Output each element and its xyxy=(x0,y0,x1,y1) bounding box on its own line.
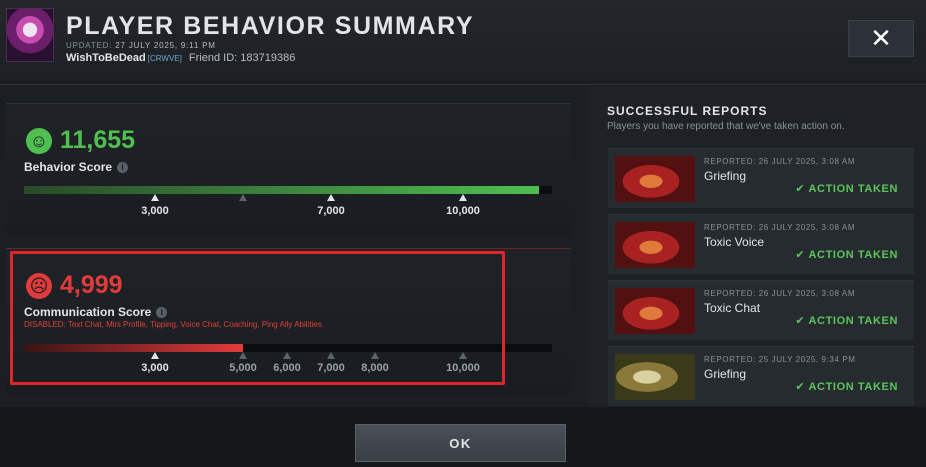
page-title: PLAYER BEHAVIOR SUMMARY xyxy=(66,12,475,40)
behavior-score-bar xyxy=(24,186,552,194)
communication-score-bar xyxy=(24,344,552,352)
tick-marker xyxy=(239,352,247,359)
report-date: REPORTED: 26 JULY 2025, 3:08 AM xyxy=(704,223,856,232)
report-reason: Toxic Voice xyxy=(704,235,765,249)
updated-timestamp: UPDATED: 27 JULY 2025, 9:11 PM xyxy=(66,41,216,50)
player-name: WishToBeDead xyxy=(66,52,146,64)
action-taken-status: ✔ ACTION TAKEN xyxy=(795,248,898,261)
tick-marker xyxy=(459,352,467,359)
updated-label: UPDATED: xyxy=(66,41,113,50)
communication-score-value: 4,999 xyxy=(60,271,123,299)
action-taken-label: ACTION TAKEN xyxy=(808,183,898,195)
tick-marker xyxy=(151,194,159,201)
report-reason: Toxic Chat xyxy=(704,301,761,315)
action-taken-label: ACTION TAKEN xyxy=(808,381,898,393)
report-date: REPORTED: 26 JULY 2025, 3:08 AM xyxy=(704,157,856,166)
footer: OK xyxy=(0,407,926,467)
header: PLAYER BEHAVIOR SUMMARY UPDATED: 27 JULY… xyxy=(0,0,926,80)
tick-marker xyxy=(327,194,335,201)
action-taken-label: ACTION TAKEN xyxy=(808,249,898,261)
communication-score-panel: ☹ 4,999 Communication Score i DISABLED: T… xyxy=(6,248,571,394)
tick-marker xyxy=(371,352,379,359)
hero-portrait xyxy=(615,354,695,400)
avatar xyxy=(6,8,54,62)
report-date: REPORTED: 26 JULY 2025, 3:08 AM xyxy=(704,289,856,298)
friend-id: Friend ID: 183719386 xyxy=(188,52,296,64)
action-taken-status: ✔ ACTION TAKEN xyxy=(795,314,898,327)
header-divider xyxy=(0,84,926,85)
close-icon: ✕ xyxy=(870,23,892,53)
behavior-score-panel: ☺ 11,655 Behavior Score i 3,000 7,000 10,… xyxy=(6,103,571,237)
report-item: REPORTED: 26 JULY 2025, 3:08 AM Toxic Ch… xyxy=(608,280,914,340)
tick-marker xyxy=(283,352,291,359)
hero-portrait xyxy=(615,156,695,202)
tick-marker xyxy=(239,194,247,201)
tick-marker xyxy=(151,352,159,359)
tick-label: 6,000 xyxy=(273,362,301,374)
report-item: REPORTED: 25 JULY 2025, 9:34 PM Griefing… xyxy=(608,346,914,406)
checkmark-icon: ✔ xyxy=(795,249,806,261)
tick-label: 7,000 xyxy=(317,362,345,374)
reports-title: SUCCESSFUL REPORTS xyxy=(607,104,768,118)
report-item: REPORTED: 26 JULY 2025, 3:08 AM Toxic Vo… xyxy=(608,214,914,274)
action-taken-status: ✔ ACTION TAKEN xyxy=(795,380,898,393)
tick-marker xyxy=(459,194,467,201)
tick-label: 8,000 xyxy=(361,362,389,374)
player-info: WishToBeDead [CRWVE] Friend ID: 183719386 xyxy=(66,52,295,64)
tick-label: 7,000 xyxy=(317,205,345,217)
info-icon[interactable]: i xyxy=(117,162,129,173)
reports-subtitle: Players you have reported that we've tak… xyxy=(607,121,845,132)
action-taken-label: ACTION TAKEN xyxy=(808,315,898,327)
successful-reports-panel[interactable]: SUCCESSFUL REPORTS Players you have repo… xyxy=(588,86,926,406)
report-date: REPORTED: 25 JULY 2025, 9:34 PM xyxy=(704,355,856,364)
info-icon[interactable]: i xyxy=(156,307,168,318)
guild-tag: [CRWVE] xyxy=(147,54,182,63)
behavior-score-value: 11,655 xyxy=(60,126,136,154)
close-button[interactable]: ✕ xyxy=(848,20,914,57)
report-item: REPORTED: 26 JULY 2025, 3:08 AM Griefing… xyxy=(608,148,914,208)
report-reason: Griefing xyxy=(704,367,747,381)
hero-portrait xyxy=(615,288,695,334)
hero-portrait xyxy=(615,222,695,268)
tick-label: 10,000 xyxy=(446,205,480,217)
checkmark-icon: ✔ xyxy=(795,315,806,327)
checkmark-icon: ✔ xyxy=(795,183,806,195)
checkmark-icon: ✔ xyxy=(795,381,806,393)
tick-label: 10,000 xyxy=(446,362,480,374)
action-taken-status: ✔ ACTION TAKEN xyxy=(795,182,898,195)
disabled-features: DISABLED: Text Chat, Mini Profile, Tippi… xyxy=(24,320,324,329)
tick-label: 3,000 xyxy=(141,362,169,374)
angry-face-icon: ☹ xyxy=(26,273,52,299)
ok-button[interactable]: OK xyxy=(355,424,566,462)
tick-marker xyxy=(327,352,335,359)
tick-label: 3,000 xyxy=(141,205,169,217)
communication-score-label-text: Communication Score xyxy=(24,305,152,319)
updated-value: 27 JULY 2025, 9:11 PM xyxy=(115,41,216,50)
tick-label: 5,000 xyxy=(229,362,257,374)
smile-icon: ☺ xyxy=(26,128,52,154)
behavior-score-bar-fill xyxy=(24,186,539,194)
behavior-score-label: Behavior Score i xyxy=(24,160,129,174)
communication-score-label: Communication Score i xyxy=(24,305,168,319)
report-reason: Griefing xyxy=(704,169,747,183)
communication-score-bar-fill xyxy=(24,344,244,352)
behavior-score-label-text: Behavior Score xyxy=(24,160,113,174)
